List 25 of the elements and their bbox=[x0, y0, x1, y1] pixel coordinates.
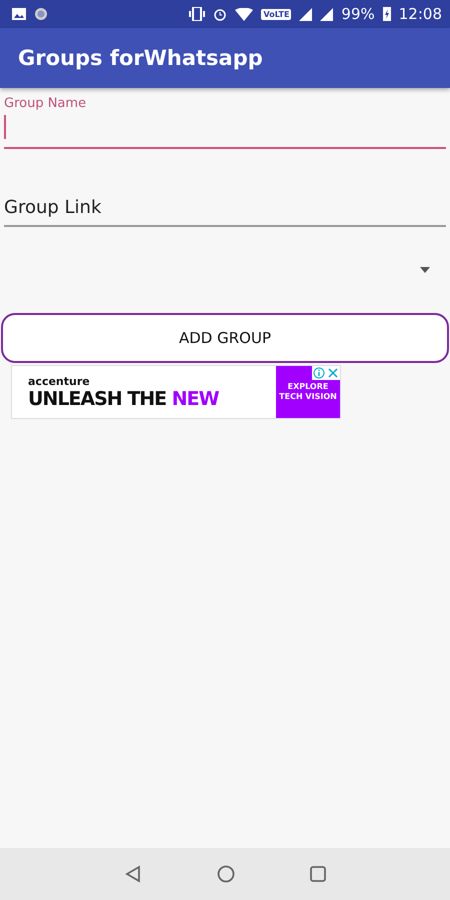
text-cursor bbox=[4, 115, 6, 139]
back-icon[interactable] bbox=[124, 865, 142, 883]
vibrate-icon bbox=[189, 7, 206, 21]
close-icon[interactable] bbox=[327, 367, 339, 379]
add-group-button[interactable]: ADD GROUP bbox=[1, 313, 449, 363]
info-icon[interactable] bbox=[313, 367, 325, 379]
circle-icon bbox=[34, 7, 48, 21]
ad-banner[interactable]: accenture UNLEASH THE NEW EXPLORE TECH VISION bbox=[11, 365, 341, 419]
signal-icon bbox=[320, 8, 334, 20]
ad-headline: UNLEASH THE NEW bbox=[28, 388, 220, 410]
image-icon bbox=[12, 8, 26, 20]
field-label: Group Name bbox=[4, 96, 88, 111]
alarm-icon bbox=[213, 7, 228, 21]
clock: 12:08 bbox=[398, 5, 442, 23]
battery-icon bbox=[382, 7, 391, 21]
signal-icon bbox=[299, 8, 312, 20]
app-title: Groups forWhatsapp bbox=[18, 46, 263, 70]
dropdown-arrow-icon[interactable] bbox=[420, 267, 430, 273]
volte-badge: VoLTE bbox=[261, 8, 292, 20]
ad-brand: accenture bbox=[28, 374, 91, 388]
wifi-icon bbox=[235, 8, 254, 20]
recents-icon[interactable] bbox=[310, 866, 326, 882]
battery-percent: 99% bbox=[341, 5, 375, 23]
input-field[interactable]: Group Link bbox=[4, 189, 446, 227]
home-icon[interactable] bbox=[217, 865, 235, 883]
